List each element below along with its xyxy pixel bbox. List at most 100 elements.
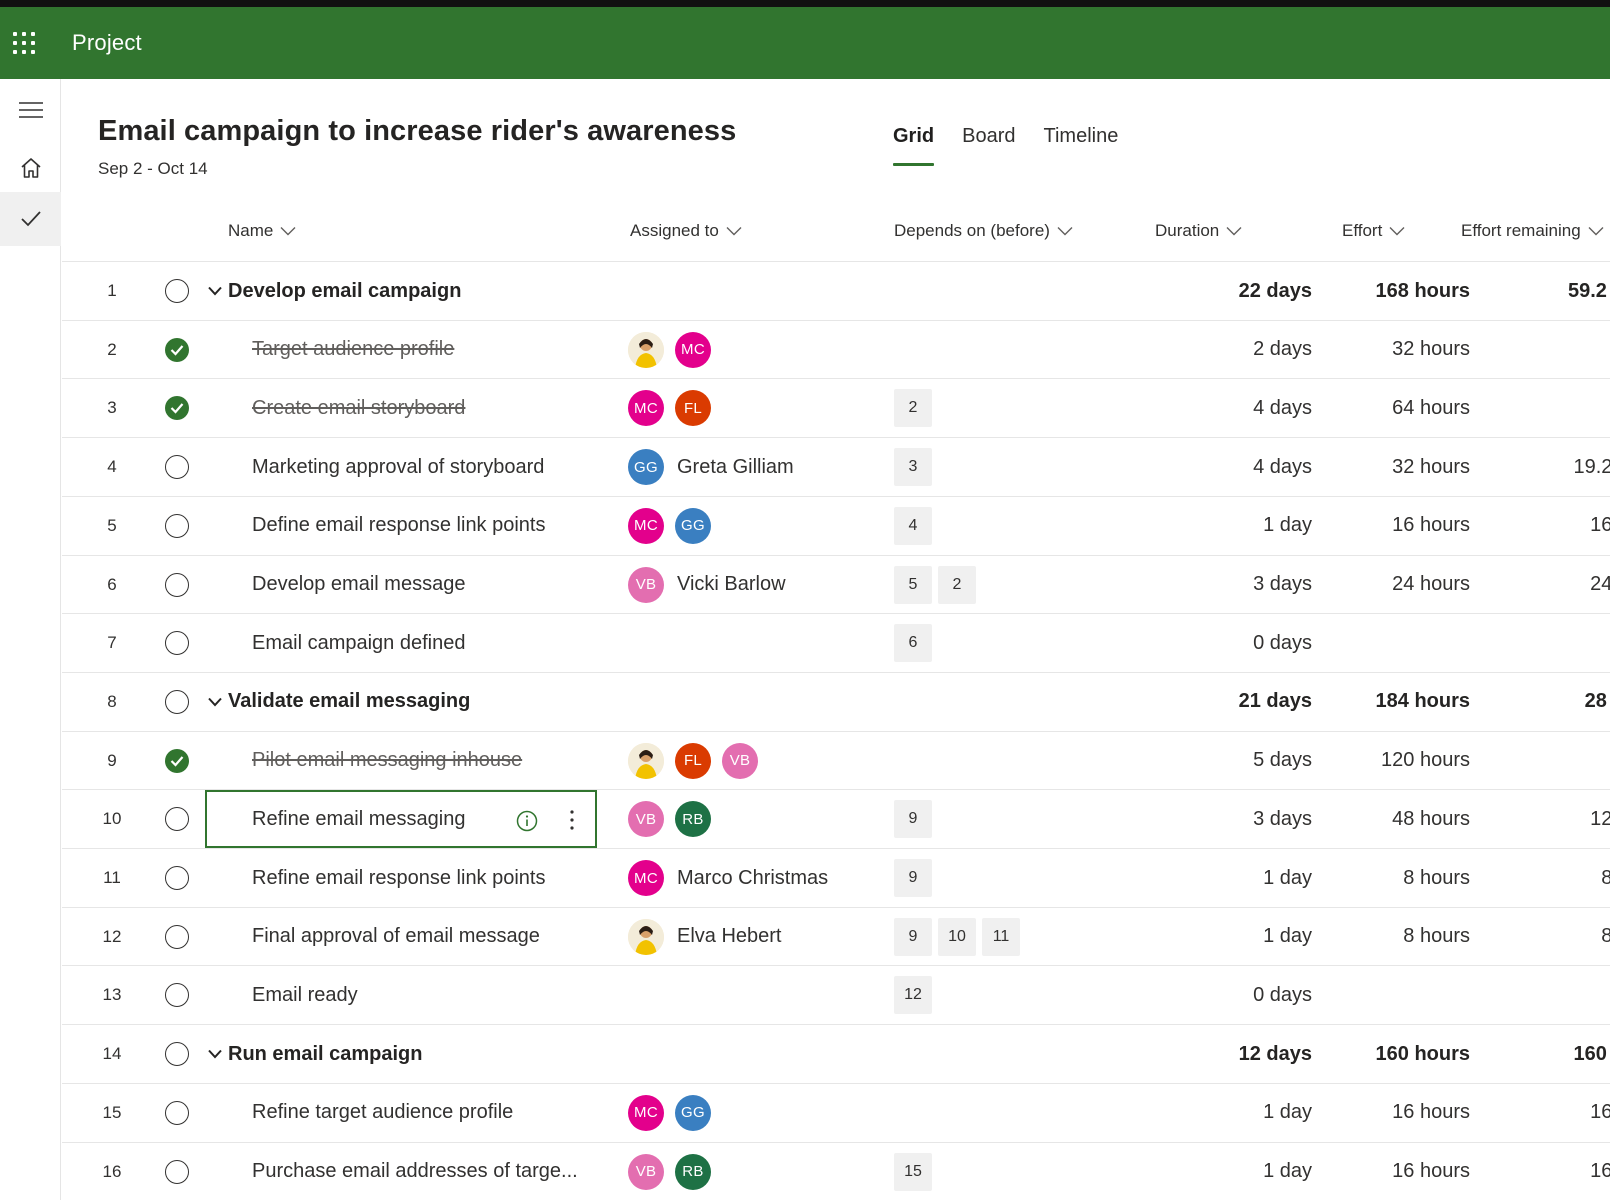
- dependency-badge[interactable]: 6: [894, 624, 932, 663]
- column-header-duration[interactable]: Duration: [1155, 221, 1242, 241]
- task-name[interactable]: Refine target audience profile: [252, 1084, 513, 1142]
- effort-remaining-cell[interactable]: 59.2 hours: [1482, 262, 1610, 320]
- effort-remaining-cell[interactable]: [1482, 732, 1610, 790]
- summary-task-row[interactable]: 14 Run email campaign 12 days 160 hours 160 …: [62, 1024, 1610, 1083]
- depends-on-cell[interactable]: 9: [894, 790, 938, 848]
- assigned-to-cell[interactable]: MC FL: [628, 379, 722, 437]
- avatar[interactable]: RB: [675, 1153, 711, 1190]
- effort-cell[interactable]: 16 hours: [1322, 1143, 1470, 1200]
- assigned-to-cell[interactable]: MC GG: [628, 1084, 722, 1142]
- task-name[interactable]: Validate email messaging: [208, 673, 470, 731]
- task-row[interactable]: 6 Develop email message VB Vicki Barlow 5 2 3 …: [62, 554, 1610, 614]
- effort-cell[interactable]: 32 hours: [1322, 321, 1470, 379]
- avatar[interactable]: MC: [628, 1094, 664, 1131]
- duration-cell[interactable]: 21 days: [1122, 673, 1312, 731]
- effort-remaining-cell[interactable]: [1482, 966, 1610, 1024]
- task-name[interactable]: Define email response link points: [252, 497, 546, 555]
- assigned-to-cell[interactable]: VB Vicki Barlow: [628, 556, 786, 614]
- task-complete-checkbox[interactable]: [162, 262, 192, 320]
- duration-cell[interactable]: 1 day: [1122, 1143, 1312, 1200]
- task-complete-checkbox[interactable]: [162, 1143, 192, 1200]
- effort-cell[interactable]: 64 hours: [1322, 379, 1470, 437]
- column-header-effort[interactable]: Effort: [1342, 221, 1405, 241]
- assigned-to-cell[interactable]: GG Greta Gilliam: [628, 438, 794, 496]
- tab-grid[interactable]: Grid: [893, 125, 935, 167]
- dependency-badge[interactable]: 4: [894, 506, 932, 545]
- avatar-photo[interactable]: [628, 331, 664, 368]
- effort-remaining-cell[interactable]: [1482, 379, 1610, 437]
- duration-cell[interactable]: 3 days: [1122, 790, 1312, 848]
- avatar[interactable]: VB: [722, 742, 758, 779]
- depends-on-cell[interactable]: 2: [894, 379, 938, 437]
- effort-cell[interactable]: 16 hours: [1322, 1084, 1470, 1142]
- task-name[interactable]: Refine email response link points: [252, 849, 546, 907]
- task-name[interactable]: Purchase email addresses of targe...: [252, 1143, 578, 1200]
- task-complete-checkbox[interactable]: [162, 614, 192, 672]
- assigned-to-cell[interactable]: MC: [628, 321, 722, 379]
- task-name[interactable]: Create email storyboard: [252, 379, 465, 437]
- effort-cell[interactable]: [1322, 614, 1470, 672]
- effort-remaining-cell[interactable]: 16 hours: [1482, 497, 1610, 555]
- dependency-badge[interactable]: 9: [894, 859, 932, 897]
- duration-cell[interactable]: 0 days: [1122, 614, 1312, 672]
- dependency-badge[interactable]: 11: [982, 917, 1020, 956]
- task-name[interactable]: Target audience profile: [252, 321, 454, 379]
- task-name[interactable]: Final approval of email message: [252, 908, 540, 966]
- dependency-badge[interactable]: 2: [894, 389, 932, 428]
- duration-cell[interactable]: 2 days: [1122, 321, 1312, 379]
- duration-cell[interactable]: 5 days: [1122, 732, 1312, 790]
- dependency-badge[interactable]: 5: [894, 565, 932, 604]
- duration-cell[interactable]: 12 days: [1122, 1025, 1312, 1083]
- duration-cell[interactable]: 1 day: [1122, 497, 1312, 555]
- task-complete-checkbox[interactable]: [162, 556, 192, 614]
- effort-cell[interactable]: 32 hours: [1322, 438, 1470, 496]
- info-icon[interactable]: [516, 810, 538, 837]
- chevron-down-icon[interactable]: [208, 1049, 222, 1059]
- depends-on-cell[interactable]: 9: [894, 849, 938, 907]
- column-header-assigned[interactable]: Assigned to: [630, 221, 742, 241]
- effort-cell[interactable]: 48 hours: [1322, 790, 1470, 848]
- effort-remaining-cell[interactable]: 16 hours: [1482, 1143, 1610, 1200]
- tab-timeline[interactable]: Timeline: [1044, 125, 1119, 167]
- dependency-badge[interactable]: 15: [894, 1152, 932, 1191]
- task-name[interactable]: Run email campaign: [208, 1025, 423, 1083]
- avatar[interactable]: VB: [628, 1153, 664, 1190]
- duration-cell[interactable]: 4 days: [1122, 438, 1312, 496]
- avatar[interactable]: MC: [628, 860, 664, 896]
- effort-cell[interactable]: 8 hours: [1322, 849, 1470, 907]
- depends-on-cell[interactable]: 9 10 11: [894, 908, 1026, 966]
- task-name[interactable]: Develop email message: [252, 556, 465, 614]
- app-launcher-icon[interactable]: [13, 31, 37, 55]
- dependency-badge[interactable]: 10: [938, 917, 976, 956]
- summary-task-row[interactable]: 1 Develop email campaign 22 days 168 hours 5…: [62, 261, 1610, 320]
- task-row[interactable]: 12 Final approval of email message Elva He…: [62, 906, 1610, 966]
- task-complete-checkbox[interactable]: [162, 790, 192, 848]
- task-name[interactable]: Email campaign defined: [252, 614, 465, 672]
- task-complete-checkbox[interactable]: [162, 497, 192, 555]
- dependency-badge[interactable]: 9: [894, 917, 932, 956]
- avatar[interactable]: GG: [675, 1094, 711, 1131]
- avatar[interactable]: FL: [675, 742, 711, 779]
- effort-cell[interactable]: [1322, 966, 1470, 1024]
- chevron-down-icon[interactable]: [208, 286, 222, 296]
- app-title[interactable]: Project: [72, 30, 142, 56]
- task-complete-checkbox[interactable]: [162, 732, 192, 790]
- task-row[interactable]: 15 Refine target audience profile MC GG 1 da…: [62, 1082, 1610, 1142]
- task-row[interactable]: 9 Pilot email messaging inhouse FL VB 5 days…: [62, 730, 1610, 790]
- depends-on-cell[interactable]: 6: [894, 614, 938, 672]
- effort-remaining-cell[interactable]: 28 hours: [1482, 673, 1610, 731]
- depends-on-cell[interactable]: 3: [894, 438, 938, 496]
- avatar[interactable]: MC: [675, 331, 711, 368]
- dependency-badge[interactable]: 12: [894, 976, 932, 1015]
- depends-on-cell[interactable]: 4: [894, 497, 938, 555]
- avatar[interactable]: VB: [628, 801, 664, 838]
- avatar-photo[interactable]: [628, 742, 664, 779]
- duration-cell[interactable]: 1 day: [1122, 1084, 1312, 1142]
- task-row[interactable]: 16 Purchase email addresses of targe... VB…: [62, 1141, 1610, 1200]
- assigned-to-cell[interactable]: MC GG: [628, 497, 722, 555]
- effort-remaining-cell[interactable]: 160 hours: [1482, 1025, 1610, 1083]
- task-row[interactable]: 13 Email ready 12 0 days: [62, 965, 1610, 1024]
- summary-task-row[interactable]: 8 Validate email messaging 21 days 184 hour…: [62, 671, 1610, 731]
- task-name[interactable]: Marketing approval of storyboard: [252, 438, 544, 496]
- dependency-badge[interactable]: 3: [894, 448, 932, 487]
